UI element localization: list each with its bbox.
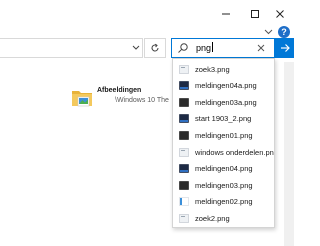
search-suggestions: zoek3.png meldingen04a.png meldingen03a.pn… [172,58,275,228]
suggestion-item[interactable]: meldingen04a.png [173,78,274,94]
image-thumbnail-icon [179,97,189,107]
search-box[interactable]: png [171,38,275,58]
image-thumbnail-icon [179,197,189,207]
suggestion-item[interactable]: zoek3.png [173,61,274,77]
suggestion-item[interactable]: start 1903_2.png [173,111,274,127]
suggestion-label: meldingen02.png [195,197,253,207]
address-row: png [0,38,294,60]
suggestion-item[interactable]: meldingen04.png [173,161,274,177]
help-button[interactable]: ? [278,26,290,38]
search-input[interactable]: png [196,42,214,54]
suggestion-label: start 1903_2.png [195,114,252,124]
pictures-folder-icon[interactable] [70,86,94,110]
refresh-button[interactable] [144,38,166,58]
title-bar [0,0,294,28]
suggestion-label: meldingen03a.png [195,97,257,107]
vertical-scrollbar[interactable] [284,62,294,246]
close-icon [276,10,284,18]
suggestion-label: meldingen03.png [195,180,253,190]
search-go-button[interactable] [275,38,294,58]
suggestion-item[interactable]: meldingen03a.png [173,94,274,110]
suggestion-label: meldingen04.png [195,164,253,174]
suggestion-item[interactable]: zoek2.png [173,210,274,226]
image-thumbnail-icon [179,147,189,157]
image-thumbnail-icon [179,214,189,223]
image-thumbnail-icon [179,180,189,190]
folder-title[interactable]: Afbeeldingen [97,87,141,94]
suggestion-label: zoek3.png [195,64,230,74]
image-thumbnail-icon [179,114,189,124]
minimize-button[interactable] [214,0,238,28]
clear-search-button[interactable] [255,42,267,54]
image-thumbnail-icon [179,164,189,173]
suggestion-item[interactable]: meldingen02.png [173,194,274,210]
image-thumbnail-icon [179,81,189,90]
suggestion-item[interactable]: windows onderdelen.png [173,144,274,160]
suggestion-item[interactable]: meldingen01.png [173,127,274,143]
image-thumbnail-icon [179,64,189,74]
chevron-down-icon [132,45,140,50]
chevron-down-icon [264,29,272,35]
refresh-icon [151,43,159,52]
suggestion-label: windows onderdelen.png [195,147,274,157]
minimize-icon [222,13,230,15]
maximize-icon [251,10,259,18]
suggestion-label: meldingen01.png [195,130,253,140]
suggestion-item[interactable]: meldingen03.png [173,177,274,193]
address-bar[interactable] [0,38,143,58]
help-icon: ? [281,27,287,37]
image-thumbnail-icon [179,131,189,140]
expand-ribbon-button[interactable] [262,26,274,38]
close-icon [257,44,265,52]
suggestion-label: meldingen04a.png [195,81,257,91]
address-history-button[interactable] [129,38,143,58]
suggestion-label: zoek2.png [195,213,230,223]
arrow-right-icon [280,44,290,52]
folder-path: \Windows 10 The [115,97,169,104]
search-icon [178,43,188,53]
